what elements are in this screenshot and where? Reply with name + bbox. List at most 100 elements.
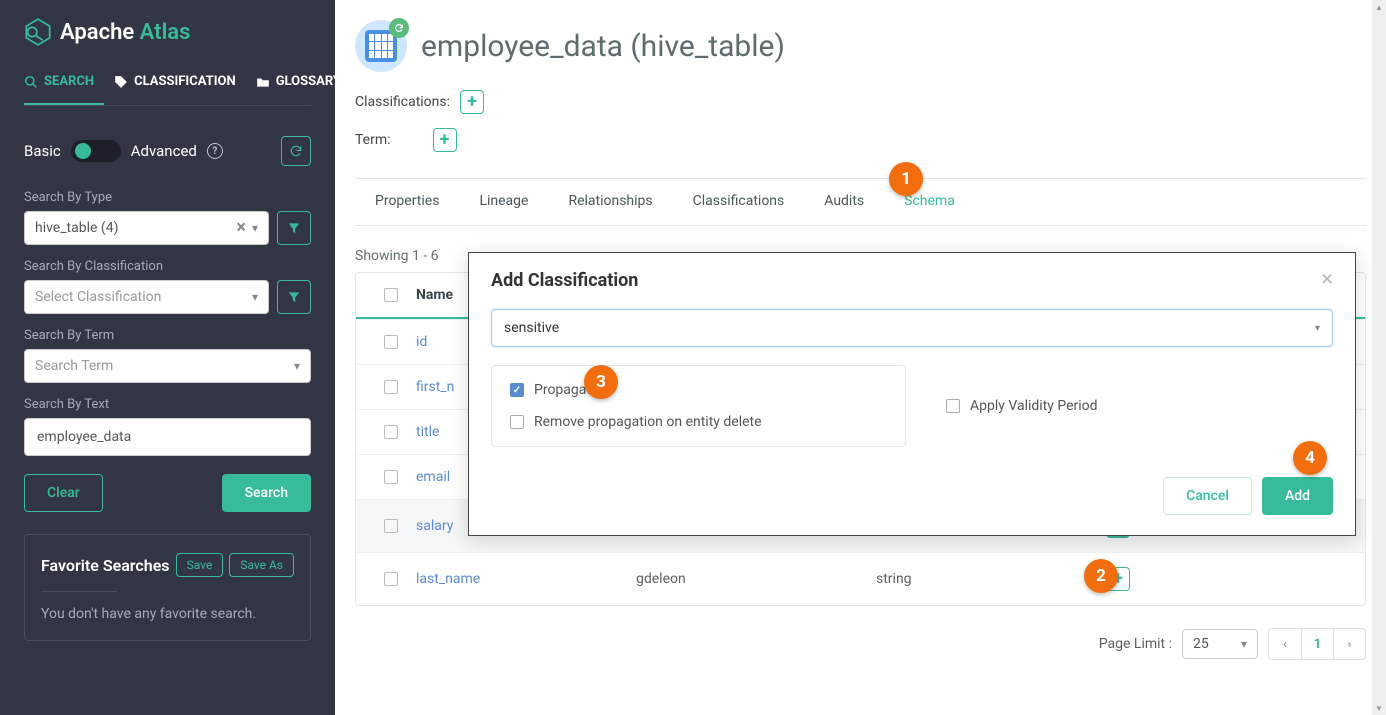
pager-current-page[interactable]: 1 — [1301, 629, 1333, 659]
scroll-down-arrow[interactable]: ▼ — [1372, 701, 1386, 715]
clear-type-icon[interactable]: × — [236, 219, 246, 237]
tag-icon — [114, 75, 128, 89]
search-button[interactable]: Search — [222, 474, 311, 512]
callout-2: 2 — [1084, 559, 1118, 593]
propagate-options: Propagate Remove propagation on entity d… — [491, 365, 906, 447]
nav-tab-search[interactable]: SEARCH — [24, 66, 104, 105]
detail-tab-properties[interactable]: Properties — [355, 179, 459, 225]
propagate-checkbox[interactable] — [510, 383, 524, 397]
favorites-panel: Favorite Searches Save Save As You don't… — [24, 534, 311, 641]
search-term-label: Search By Term — [24, 328, 311, 343]
select-all-checkbox[interactable] — [384, 288, 398, 302]
detail-tab-relationships[interactable]: Relationships — [548, 179, 672, 225]
row-checkbox[interactable] — [384, 470, 398, 484]
page-limit-label: Page Limit : — [1099, 636, 1172, 652]
search-term-placeholder: Search Term — [35, 358, 113, 374]
detail-tabs: PropertiesLineageRelationshipsClassifica… — [355, 178, 1366, 226]
term-label: Term: — [355, 132, 391, 148]
page-limit-select[interactable]: 25 ▾ — [1182, 629, 1258, 659]
modal-title: Add Classification — [491, 270, 638, 291]
detail-tab-audits[interactable]: Audits — [804, 179, 884, 225]
nav-tab-glossary[interactable]: GLOSSARY — [246, 66, 351, 105]
row-checkbox[interactable] — [384, 380, 398, 394]
pager-prev-button[interactable]: ‹ — [1269, 629, 1301, 659]
row-checkbox[interactable] — [384, 572, 398, 586]
column-owner: gdeleon — [636, 571, 876, 587]
callout-3: 3 — [584, 365, 618, 399]
clear-button[interactable]: Clear — [24, 474, 103, 512]
add-classification-button[interactable]: + — [460, 90, 484, 114]
favorites-empty-text: You don't have any favorite search. — [41, 606, 294, 622]
classification-select-value: sensitive — [504, 320, 559, 336]
refresh-button[interactable] — [281, 136, 311, 166]
entity-title: employee_data (hive_table) — [421, 29, 785, 64]
atlas-logo-icon — [24, 18, 52, 46]
sync-badge-icon — [389, 18, 409, 38]
search-mode-row: Basic Advanced ? — [24, 136, 311, 166]
search-type-value: hive_table (4) — [35, 220, 118, 236]
refresh-icon — [289, 144, 303, 158]
modal-close-button[interactable]: × — [1321, 269, 1333, 291]
nav-tab-classification-label: CLASSIFICATION — [134, 74, 236, 89]
nav-tab-classification[interactable]: CLASSIFICATION — [104, 66, 246, 105]
table-row: last_namegdeleonstring+ — [356, 552, 1365, 605]
search-classification-label: Search By Classification — [24, 259, 311, 274]
modal-cancel-button[interactable]: Cancel — [1163, 477, 1252, 515]
classifications-label: Classifications: — [355, 94, 450, 110]
classification-select[interactable]: sensitive ▾ — [491, 309, 1333, 347]
scroll-up-arrow[interactable]: ▲ — [1372, 0, 1386, 14]
nav-tab-search-label: SEARCH — [44, 74, 94, 89]
column-name-link[interactable]: last_name — [416, 571, 636, 587]
remove-propagation-checkbox[interactable] — [510, 415, 524, 429]
row-checkbox[interactable] — [384, 425, 398, 439]
row-checkbox[interactable] — [384, 335, 398, 349]
validity-period-label: Apply Validity Period — [970, 398, 1098, 414]
detail-tab-lineage[interactable]: Lineage — [459, 179, 548, 225]
filter-icon — [287, 290, 301, 304]
sidebar-nav: SEARCH CLASSIFICATION GLOSSARY — [24, 66, 311, 106]
entity-type-icon — [355, 20, 407, 72]
callout-1: 1 — [889, 162, 923, 196]
favorites-save-button[interactable]: Save — [176, 553, 224, 577]
help-icon[interactable]: ? — [207, 143, 223, 159]
search-type-select[interactable]: hive_table (4) × ▾ — [24, 211, 269, 245]
caret-down-icon: ▾ — [252, 221, 258, 235]
mode-advanced-label: Advanced — [131, 142, 197, 160]
callout-4: 4 — [1293, 441, 1327, 475]
remove-propagation-label: Remove propagation on entity delete — [534, 414, 762, 430]
brand-text-2: Atlas — [140, 20, 191, 45]
search-text-input[interactable] — [24, 418, 311, 456]
validity-period-checkbox[interactable] — [946, 399, 960, 413]
sidebar: Apache Atlas SEARCH CLASSIFICATION GLOSS… — [0, 0, 335, 715]
outer-scrollbar[interactable]: ▲ ▼ — [1372, 0, 1386, 715]
caret-down-icon: ▾ — [1241, 637, 1247, 651]
classification-filter-button[interactable] — [277, 280, 311, 314]
detail-tab-classifications[interactable]: Classifications — [673, 179, 805, 225]
pager-next-button[interactable]: › — [1333, 629, 1365, 659]
mode-toggle[interactable] — [71, 140, 121, 162]
page-limit-value: 25 — [1193, 636, 1209, 652]
row-checkbox[interactable] — [384, 519, 398, 533]
folder-icon — [256, 75, 270, 89]
search-classification-select[interactable]: Select Classification ▾ — [24, 280, 269, 314]
pager: Page Limit : 25 ▾ ‹ 1 › — [355, 628, 1366, 660]
mode-basic-label: Basic — [24, 142, 61, 160]
search-icon — [24, 75, 38, 89]
brand-logo: Apache Atlas — [24, 18, 311, 46]
caret-down-icon: ▾ — [294, 359, 300, 373]
favorites-saveas-button[interactable]: Save As — [229, 553, 294, 577]
pager-nav: ‹ 1 › — [1268, 628, 1366, 660]
brand-text-1: Apache — [60, 20, 140, 45]
filter-icon — [287, 221, 301, 235]
search-text-label: Search By Text — [24, 397, 311, 412]
caret-down-icon: ▾ — [252, 290, 258, 304]
caret-down-icon: ▾ — [1315, 323, 1320, 334]
column-type: string — [876, 571, 1106, 587]
favorites-title: Favorite Searches — [41, 556, 170, 575]
add-term-button[interactable]: + — [433, 128, 457, 152]
search-classification-placeholder: Select Classification — [35, 289, 161, 305]
nav-tab-glossary-label: GLOSSARY — [276, 74, 341, 89]
search-term-select[interactable]: Search Term ▾ — [24, 349, 311, 383]
type-filter-button[interactable] — [277, 211, 311, 245]
modal-add-button[interactable]: Add — [1262, 477, 1333, 515]
